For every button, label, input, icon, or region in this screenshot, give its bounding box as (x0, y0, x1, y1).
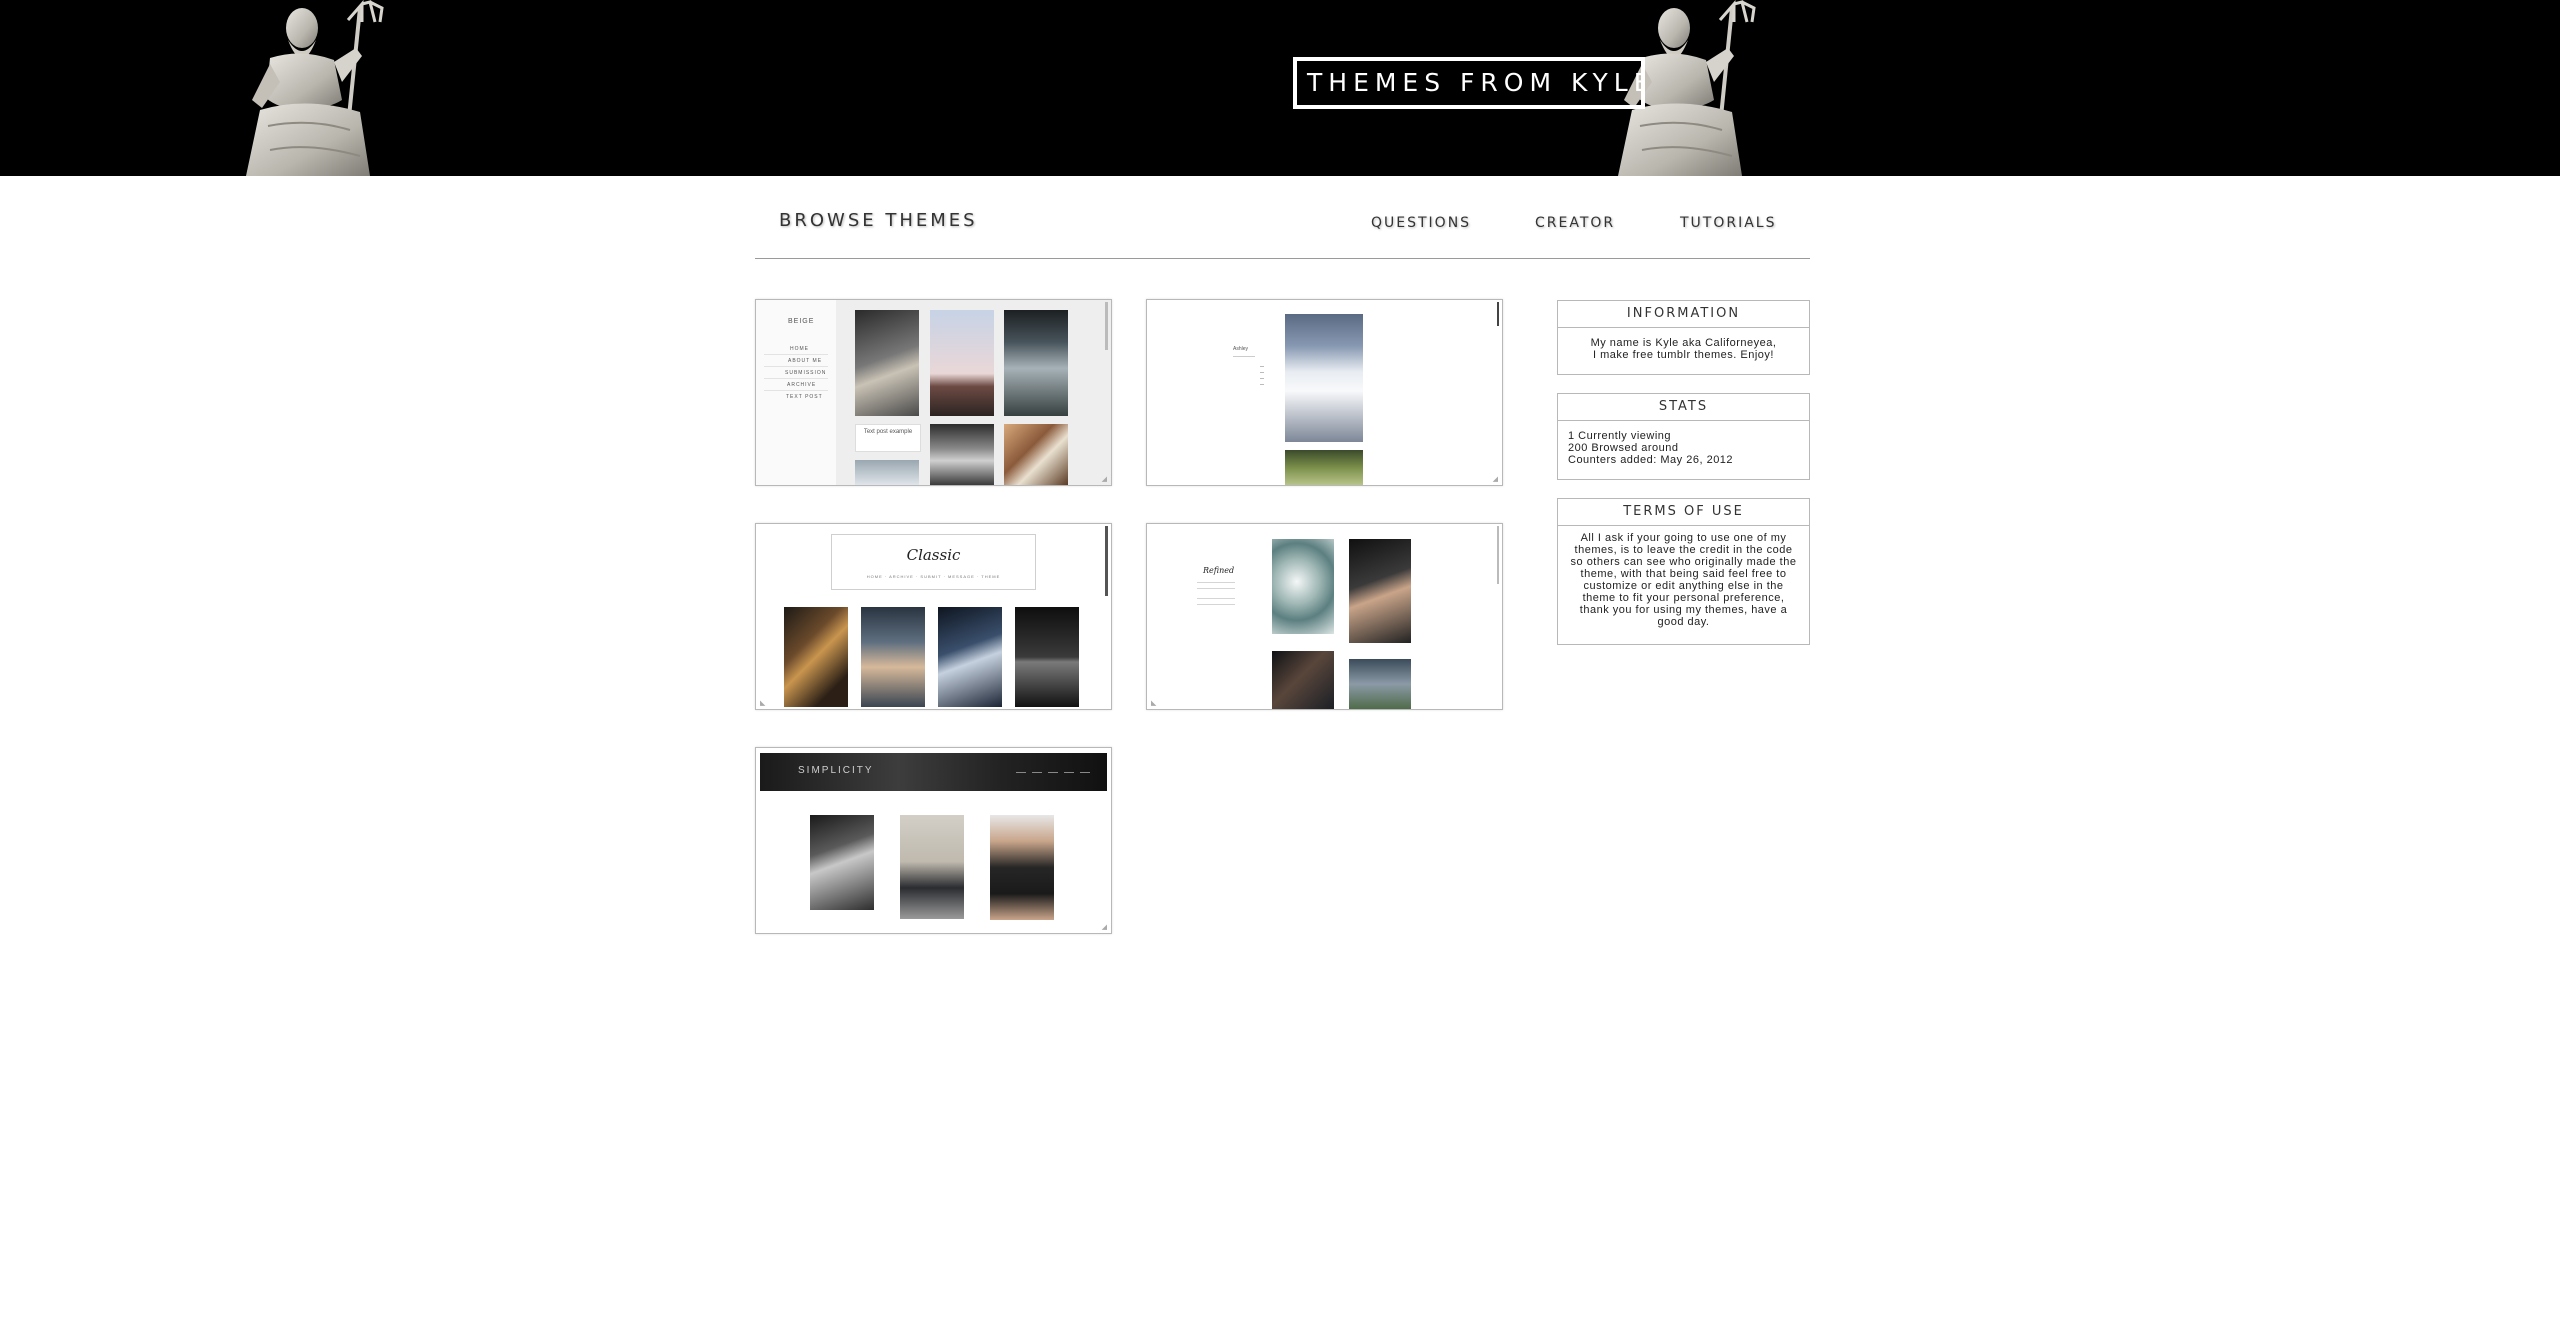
theme-sidebar-title: Ashley (1233, 346, 1249, 352)
poseidon-statue-image (246, 0, 384, 176)
theme-photo-steering-wheel (784, 607, 848, 707)
scrollbar[interactable] (1497, 302, 1499, 326)
theme-photo-watch (855, 310, 919, 416)
theme-header-title: SIMPLICITY (798, 765, 874, 776)
theme-menu-item: HOME (790, 346, 809, 352)
theme-menu-item: SUBMISSION (785, 370, 827, 376)
terms-text: All I ask if your going to use one of my… (1570, 532, 1797, 628)
theme-preview-refined[interactable]: Refined ◣ (1146, 523, 1503, 710)
scrollbar[interactable] (1105, 302, 1108, 350)
theme-menu-item: ARCHIVE (787, 382, 817, 388)
theme-photo-door (1015, 607, 1079, 707)
theme-menu: HOME · ARCHIVE · SUBMIT · MESSAGE · THEM… (866, 574, 1001, 579)
theme-photo-cliff (938, 607, 1002, 707)
theme-photo (1349, 659, 1411, 709)
theme-menu-item: ABOUT ME (788, 358, 823, 364)
theme-photo-model (990, 815, 1054, 920)
information-line: My name is Kyle aka Californeyea, (1590, 337, 1777, 349)
terms-box: TERMS OF USE All I ask if your going to … (1557, 498, 1810, 645)
theme-photo-audi (810, 815, 874, 910)
theme-photo-mountain (930, 310, 994, 416)
theme-photo-sailboat (861, 607, 925, 707)
theme-text-post: Text post example (855, 424, 921, 452)
nav-link-tutorials[interactable]: TUTORIALS (1680, 215, 1777, 231)
resize-icon: ◢ (1492, 476, 1498, 483)
theme-photo-car (900, 815, 964, 919)
site-header: THEMES FROM KYLE (0, 0, 2560, 176)
theme-sidebar-title: BEIGE (788, 318, 815, 325)
stats-box: STATS 1 Currently viewing 200 Browsed ar… (1557, 393, 1810, 480)
theme-preview-classic[interactable]: Classic HOME · ARCHIVE · SUBMIT · MESSAG… (755, 523, 1112, 710)
resize-icon: ◢ (1101, 476, 1107, 483)
stats-line: 200 Browsed around (1568, 442, 1679, 454)
stats-line: 1 Currently viewing (1568, 430, 1672, 442)
information-line: I make free tumblr themes. Enjoy! (1593, 349, 1774, 361)
resize-icon: ◢ (1101, 924, 1107, 931)
theme-photo-wave (1272, 539, 1334, 634)
site-title[interactable]: THEMES FROM KYLE (1293, 57, 1645, 109)
resize-icon: ◣ (1151, 700, 1157, 707)
nav-link-questions[interactable]: QUESTIONS (1371, 215, 1471, 231)
theme-photo (855, 460, 919, 485)
theme-header-title: Refined (1203, 566, 1235, 575)
resize-icon: ◣ (760, 700, 766, 707)
information-box: INFORMATION My name is Kyle aka Californ… (1557, 300, 1810, 375)
scrollbar[interactable] (1497, 526, 1499, 584)
theme-menu-item: TEXT POST (786, 394, 823, 400)
nav-link-creator[interactable]: CREATOR (1535, 215, 1615, 231)
theme-photo-hand-ring (1349, 539, 1411, 643)
theme-preview-simplicity[interactable]: SIMPLICITY ◢ (755, 747, 1112, 934)
theme-photo-snow-mountain (1285, 314, 1363, 442)
theme-header-title: Classic (906, 546, 961, 564)
theme-preview-beige[interactable]: BEIGE HOME ABOUT ME SUBMISSION ARCHIVE T… (755, 299, 1112, 486)
theme-photo-car-rain (1004, 310, 1068, 416)
scrollbar[interactable] (1105, 526, 1108, 596)
terms-title: TERMS OF USE (1558, 499, 1809, 526)
theme-photo-hand (1004, 424, 1068, 485)
theme-photo-grass (1285, 450, 1363, 485)
main-nav: BROWSE THEMES QUESTIONS CREATOR TUTORIAL… (755, 200, 1810, 259)
theme-photo-hands (1272, 651, 1334, 709)
theme-preview-ashley[interactable]: Ashley ◢ (1146, 299, 1503, 486)
information-title: INFORMATION (1558, 301, 1809, 328)
theme-photo-statue (930, 424, 994, 485)
stats-title: STATS (1558, 394, 1809, 421)
browse-themes-heading: BROWSE THEMES (779, 210, 978, 231)
stats-line: Counters added: May 26, 2012 (1568, 454, 1734, 466)
